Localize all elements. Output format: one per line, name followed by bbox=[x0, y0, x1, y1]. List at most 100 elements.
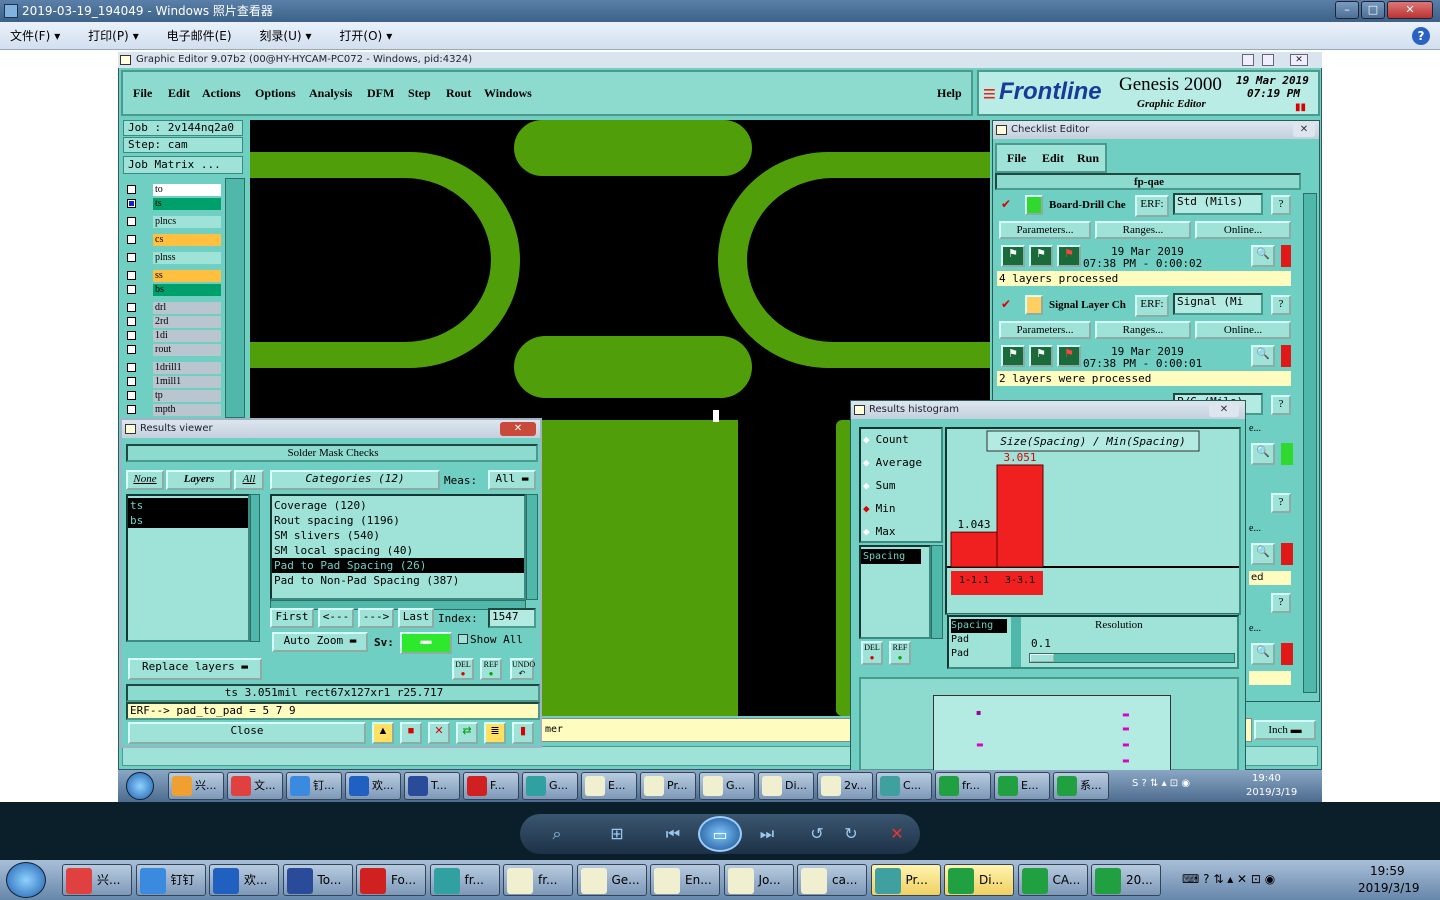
maximize-button[interactable]: □ bbox=[1361, 1, 1385, 19]
radio-icon[interactable]: ◆ bbox=[863, 502, 870, 515]
ranges-button[interactable]: Ranges... bbox=[1095, 221, 1191, 239]
layer-checkbox[interactable] bbox=[127, 317, 136, 326]
radio-icon[interactable]: ◆ bbox=[863, 433, 870, 446]
legend-scrollbar[interactable] bbox=[1011, 617, 1021, 667]
category-item[interactable]: Pad to Pad Spacing (26) bbox=[272, 558, 524, 573]
sv-select[interactable]: ▬ bbox=[400, 632, 452, 654]
layer-row[interactable]: plncs bbox=[125, 216, 223, 228]
start-button[interactable] bbox=[126, 772, 154, 800]
menu-print[interactable]: 打印(P) bbox=[88, 22, 129, 50]
rotate-left-icon[interactable]: ↺ bbox=[806, 824, 828, 844]
previous-icon[interactable]: ⏮ bbox=[662, 824, 684, 844]
actual-size-icon[interactable]: ⊞ bbox=[606, 824, 628, 844]
zoom-icon[interactable]: 🔍 bbox=[1251, 443, 1275, 465]
aggregate-option[interactable]: ◆ Count bbox=[863, 433, 909, 446]
layer-row[interactable]: tp bbox=[125, 390, 223, 402]
category-item[interactable]: Coverage (120) bbox=[272, 498, 524, 513]
layer-row[interactable]: plnss bbox=[125, 252, 223, 264]
layer-row[interactable]: drl bbox=[125, 302, 223, 314]
zoom-icon[interactable]: 🔍 bbox=[1251, 345, 1275, 367]
menu-edit[interactable]: Edit bbox=[1042, 151, 1064, 166]
zoom-icon[interactable]: 🔍 bbox=[1251, 643, 1275, 665]
taskbar-item[interactable]: Di... bbox=[944, 864, 1014, 896]
layer-row[interactable]: cs bbox=[125, 234, 223, 246]
list-item[interactable]: Spacing bbox=[861, 549, 921, 564]
help-button[interactable]: ? bbox=[1271, 195, 1291, 215]
maximize-button[interactable] bbox=[1262, 54, 1274, 66]
layer-checkbox[interactable] bbox=[127, 331, 136, 340]
layer-row[interactable]: 1di bbox=[125, 330, 223, 342]
radio-icon[interactable]: ◆ bbox=[863, 456, 870, 469]
menu-burn[interactable]: 刻录(U) bbox=[259, 22, 301, 50]
layer-row[interactable]: mpth bbox=[125, 404, 223, 416]
menu-help[interactable]: Help bbox=[937, 86, 962, 101]
layer-row[interactable]: rout bbox=[125, 344, 223, 356]
layer-row[interactable]: 2rd bbox=[125, 316, 223, 328]
menu-options[interactable]: Options bbox=[255, 86, 296, 101]
taskbar-item[interactable]: T... bbox=[404, 772, 460, 800]
delete-icon[interactable]: ✕ bbox=[886, 824, 908, 844]
online-button[interactable]: Online... bbox=[1195, 321, 1291, 339]
undo-button[interactable]: UNDO ↶ bbox=[510, 658, 535, 680]
category-list[interactable]: Coverage (120) Rout spacing (1196) SM sliv… bbox=[270, 494, 526, 600]
taskbar-item[interactable]: E... bbox=[994, 772, 1050, 800]
taskbar-item[interactable]: Di... bbox=[758, 772, 814, 800]
histogram-icon[interactable]: ▮ bbox=[512, 722, 534, 744]
taskbar-item[interactable]: G... bbox=[699, 772, 755, 800]
check-enabled-icon[interactable]: ✔ bbox=[1001, 297, 1011, 311]
layer-checkbox[interactable] bbox=[127, 199, 136, 208]
menu-file[interactable]: File bbox=[1007, 151, 1026, 166]
taskbar-item[interactable]: 钉钉 bbox=[135, 864, 206, 896]
menu-run[interactable]: Run bbox=[1077, 151, 1099, 166]
layer-checkbox[interactable] bbox=[127, 405, 136, 414]
menu-analysis[interactable]: Analysis bbox=[309, 86, 352, 101]
job-matrix-button[interactable]: Job Matrix ... bbox=[123, 156, 243, 174]
stop-run-icon[interactable]: ⚑ bbox=[1057, 245, 1081, 267]
last-button[interactable]: Last bbox=[398, 608, 434, 628]
slideshow-icon[interactable]: ▭ bbox=[698, 816, 742, 852]
legend-item[interactable]: Pad bbox=[951, 633, 1011, 647]
taskbar-item[interactable]: E... bbox=[581, 772, 637, 800]
prev-button[interactable]: <--- bbox=[318, 608, 354, 628]
layer-checkbox[interactable] bbox=[127, 235, 136, 244]
taskbar-item[interactable]: Pr... bbox=[870, 864, 941, 896]
ref-button[interactable]: REF ● bbox=[480, 658, 502, 680]
close-button[interactable]: ✕ bbox=[500, 422, 536, 436]
histogram-bar[interactable] bbox=[950, 531, 998, 568]
menu-step[interactable]: Step bbox=[408, 86, 431, 101]
category-item[interactable]: SM local spacing (40) bbox=[272, 543, 524, 558]
taskbar-item[interactable]: 系... bbox=[1053, 772, 1109, 800]
taskbar-item[interactable]: ca... bbox=[797, 864, 867, 896]
taskbar-item[interactable]: Fo... bbox=[356, 864, 426, 896]
list-item[interactable]: bs bbox=[128, 513, 248, 528]
run-layer-icon[interactable]: ⚑ bbox=[1029, 345, 1053, 367]
close-button[interactable]: ✕ bbox=[1293, 123, 1315, 137]
none-button[interactable]: None bbox=[126, 470, 164, 490]
close-button[interactable]: ✕ bbox=[1387, 1, 1433, 19]
help-button[interactable]: ? bbox=[1271, 493, 1291, 513]
rotate-right-icon[interactable]: ↻ bbox=[840, 824, 862, 844]
layer-row[interactable]: 1mill1 bbox=[125, 376, 223, 388]
next-button[interactable]: ---> bbox=[358, 608, 394, 628]
parameters-button[interactable]: Parameters... bbox=[999, 321, 1091, 339]
erf-field[interactable]: Signal (Mi bbox=[1173, 293, 1263, 315]
layer-checkbox[interactable] bbox=[127, 253, 136, 262]
del-button[interactable]: DEL ● bbox=[452, 658, 474, 680]
report-icon[interactable]: ≣ bbox=[484, 722, 506, 744]
category-item[interactable]: Rout spacing (1196) bbox=[272, 513, 524, 528]
taskbar-item[interactable]: Jo... bbox=[723, 864, 794, 896]
stop-run-icon[interactable]: ⚑ bbox=[1057, 345, 1081, 367]
stop-icon[interactable]: ■ bbox=[400, 722, 422, 744]
layer-checkbox[interactable] bbox=[127, 303, 136, 312]
layer-result-list[interactable]: ts bs bbox=[126, 494, 250, 642]
close-button[interactable]: ✕ bbox=[1290, 54, 1308, 66]
index-input[interactable]: 1547 bbox=[488, 608, 536, 628]
categories-button[interactable]: Categories (12) bbox=[270, 470, 440, 490]
meas-select[interactable]: All ▬ bbox=[488, 470, 536, 490]
layer-checkbox[interactable] bbox=[127, 185, 136, 194]
zoom-icon[interactable]: 🔍 bbox=[1251, 543, 1275, 565]
menu-edit[interactable]: Edit bbox=[168, 86, 190, 101]
taskbar-item[interactable]: Ge... bbox=[576, 864, 647, 896]
menu-open[interactable]: 打开(O) bbox=[339, 22, 382, 50]
del-button[interactable]: DEL ● bbox=[861, 641, 883, 665]
